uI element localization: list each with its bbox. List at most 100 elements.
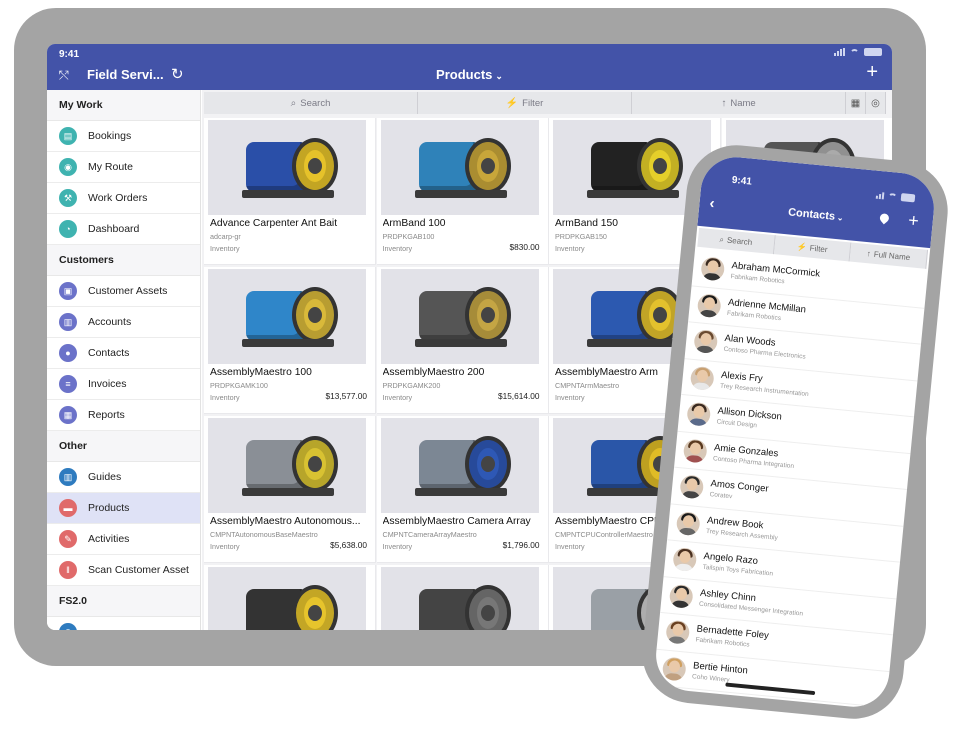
sidebar-item[interactable]: ≡Invoices bbox=[47, 369, 200, 400]
wrench-icon: ⚒ bbox=[59, 189, 77, 207]
sidebar-item-label: Accounts bbox=[88, 316, 131, 328]
machine-hub bbox=[481, 456, 495, 472]
contact-company: Coratev bbox=[709, 491, 732, 500]
product-card[interactable]: ArmBand 100 PRDPKGAB100 Inventory $830.0… bbox=[377, 118, 549, 265]
phone-filter-label: Filter bbox=[809, 244, 828, 255]
add-icon[interactable]: + bbox=[907, 210, 919, 232]
product-image bbox=[381, 120, 539, 215]
sidebar-item[interactable]: ◔Dashboard bbox=[47, 214, 200, 245]
barcode-icon: ‖ bbox=[59, 561, 77, 579]
page-title-label: Products bbox=[436, 67, 492, 82]
machine-hub bbox=[481, 605, 495, 621]
product-card[interactable]: AssemblyMaestro Camera Array CMPNTCamera… bbox=[377, 416, 549, 563]
sidebar-item[interactable]: ◉ My Route bbox=[47, 152, 200, 183]
product-code: CMPNTCameraArrayMaestro bbox=[383, 530, 477, 539]
sidebar-item[interactable]: ✎Activities bbox=[47, 524, 200, 555]
phone-status-icons bbox=[876, 191, 916, 203]
filter-icon: ⚡ bbox=[506, 98, 518, 109]
sidebar-item-label: Dashboard bbox=[88, 223, 139, 235]
contacts-list: Abraham McCormick Fabrikam Robotics Adri… bbox=[653, 250, 928, 708]
sidebar-item[interactable]: ▥Accounts bbox=[47, 307, 200, 338]
qr-scan-button[interactable]: ▦ bbox=[846, 92, 866, 114]
machine-hub bbox=[308, 307, 322, 323]
status-icons bbox=[834, 48, 882, 56]
product-card[interactable]: AssemblyMaestro 200 PRDPKGAMK200 Invento… bbox=[377, 267, 549, 414]
sidebar-item[interactable]: ▤Bookings bbox=[47, 121, 200, 152]
phone-sort-label: Full Name bbox=[873, 250, 910, 262]
phone-status-time: 9:41 bbox=[731, 175, 752, 188]
product-card[interactable] bbox=[204, 565, 376, 630]
avatar bbox=[693, 329, 718, 354]
avatar bbox=[697, 293, 722, 318]
sort-button[interactable]: ↑Name bbox=[632, 92, 846, 114]
search-icon: ⌕ bbox=[719, 234, 724, 244]
product-price: $830.00 bbox=[510, 242, 540, 252]
product-category: Inventory bbox=[555, 244, 585, 253]
product-name: ArmBand 100 bbox=[383, 218, 545, 229]
product-card[interactable]: Advance Carpenter Ant Bait adcarp-gr Inv… bbox=[204, 118, 376, 265]
machine-base bbox=[242, 190, 334, 198]
filter-icon: ⚡ bbox=[796, 242, 807, 252]
product-image bbox=[208, 120, 366, 215]
product-image bbox=[208, 567, 366, 630]
machine-hub bbox=[308, 456, 322, 472]
add-icon[interactable]: + bbox=[866, 61, 878, 84]
product-card[interactable]: AssemblyMaestro 100 PRDPKGAMK100 Invento… bbox=[204, 267, 376, 414]
product-code: PRDPKGAMK100 bbox=[210, 381, 268, 390]
machine-base bbox=[587, 339, 679, 347]
chevron-down-icon: ⌄ bbox=[495, 71, 503, 81]
machine-hub bbox=[481, 307, 495, 323]
machine-hub bbox=[308, 605, 322, 621]
marketing-composite: 9:41 ⤲ Field Servi... ↻ Products⌄ + My W… bbox=[0, 0, 972, 729]
product-code: CMPNTCPUControllerMaestro bbox=[555, 530, 653, 539]
product-category: Inventory bbox=[383, 393, 413, 402]
sidebar-item[interactable]: ◍ bbox=[47, 617, 200, 630]
sidebar-item[interactable]: ▬Products bbox=[47, 493, 200, 524]
machine-hub bbox=[653, 307, 667, 323]
machine-base bbox=[242, 339, 334, 347]
product-code: adcarp-gr bbox=[210, 232, 241, 241]
product-image bbox=[381, 418, 539, 513]
sort-arrow-icon: ↑ bbox=[866, 249, 871, 258]
report-icon: ▦ bbox=[59, 406, 77, 424]
machine-hub bbox=[653, 158, 667, 174]
status-time: 9:41 bbox=[59, 49, 79, 60]
map-pin-icon: ◉ bbox=[59, 158, 77, 176]
page-title[interactable]: Products⌄ bbox=[47, 67, 892, 82]
phone-screen: 9:41 ‹ Contacts⌄ + ⌕Search ⚡Filter ↑Full… bbox=[653, 154, 937, 710]
product-category: Inventory bbox=[210, 542, 240, 551]
sidebar-item[interactable]: ⚒ Work Orders bbox=[47, 183, 200, 214]
sidebar-item[interactable]: ▦Reports bbox=[47, 400, 200, 431]
sidebar-item-label: Work Orders bbox=[88, 192, 147, 204]
avatar bbox=[672, 547, 697, 572]
product-image bbox=[208, 418, 366, 513]
sidebar-item[interactable]: ▥Guides bbox=[47, 462, 200, 493]
avatar bbox=[669, 583, 694, 608]
avatar bbox=[683, 438, 708, 463]
contact-company: Trey Research Assembly bbox=[706, 527, 778, 541]
location-button[interactable]: ◎ bbox=[866, 92, 886, 114]
product-name: AssemblyMaestro Camera Array bbox=[383, 516, 545, 527]
sidebar-item[interactable]: ●Contacts bbox=[47, 338, 200, 369]
sidebar-item[interactable]: ▣Customer Assets bbox=[47, 276, 200, 307]
filter-button[interactable]: ⚡Filter bbox=[418, 92, 632, 114]
products-toolbar: ⌕Search ⚡Filter ↑Name ▦ ◎ bbox=[204, 92, 890, 114]
product-code: PRDPKGAB150 bbox=[555, 232, 607, 241]
product-card[interactable]: AssemblyMaestro Autonomous... CMPNTAuton… bbox=[204, 416, 376, 563]
wifi-icon bbox=[888, 192, 898, 200]
asset-icon: ▣ bbox=[59, 282, 77, 300]
wifi-icon bbox=[850, 49, 859, 56]
globe-icon: ◍ bbox=[59, 623, 77, 630]
search-box[interactable]: ⌕Search bbox=[204, 92, 418, 114]
phone-page-title[interactable]: Contacts⌄ bbox=[699, 198, 933, 232]
avatar bbox=[686, 402, 711, 427]
book-icon: ▥ bbox=[59, 468, 77, 486]
product-category: Inventory bbox=[383, 244, 413, 253]
sort-arrow-icon: ↑ bbox=[721, 98, 726, 109]
machine-hub bbox=[481, 158, 495, 174]
sidebar-item[interactable]: ‖Scan Customer Asset bbox=[47, 555, 200, 586]
sidebar-item-label: My Route bbox=[88, 161, 133, 173]
product-card[interactable] bbox=[377, 565, 549, 630]
signal-icon bbox=[876, 191, 885, 200]
search-icon: ⌕ bbox=[291, 98, 297, 109]
